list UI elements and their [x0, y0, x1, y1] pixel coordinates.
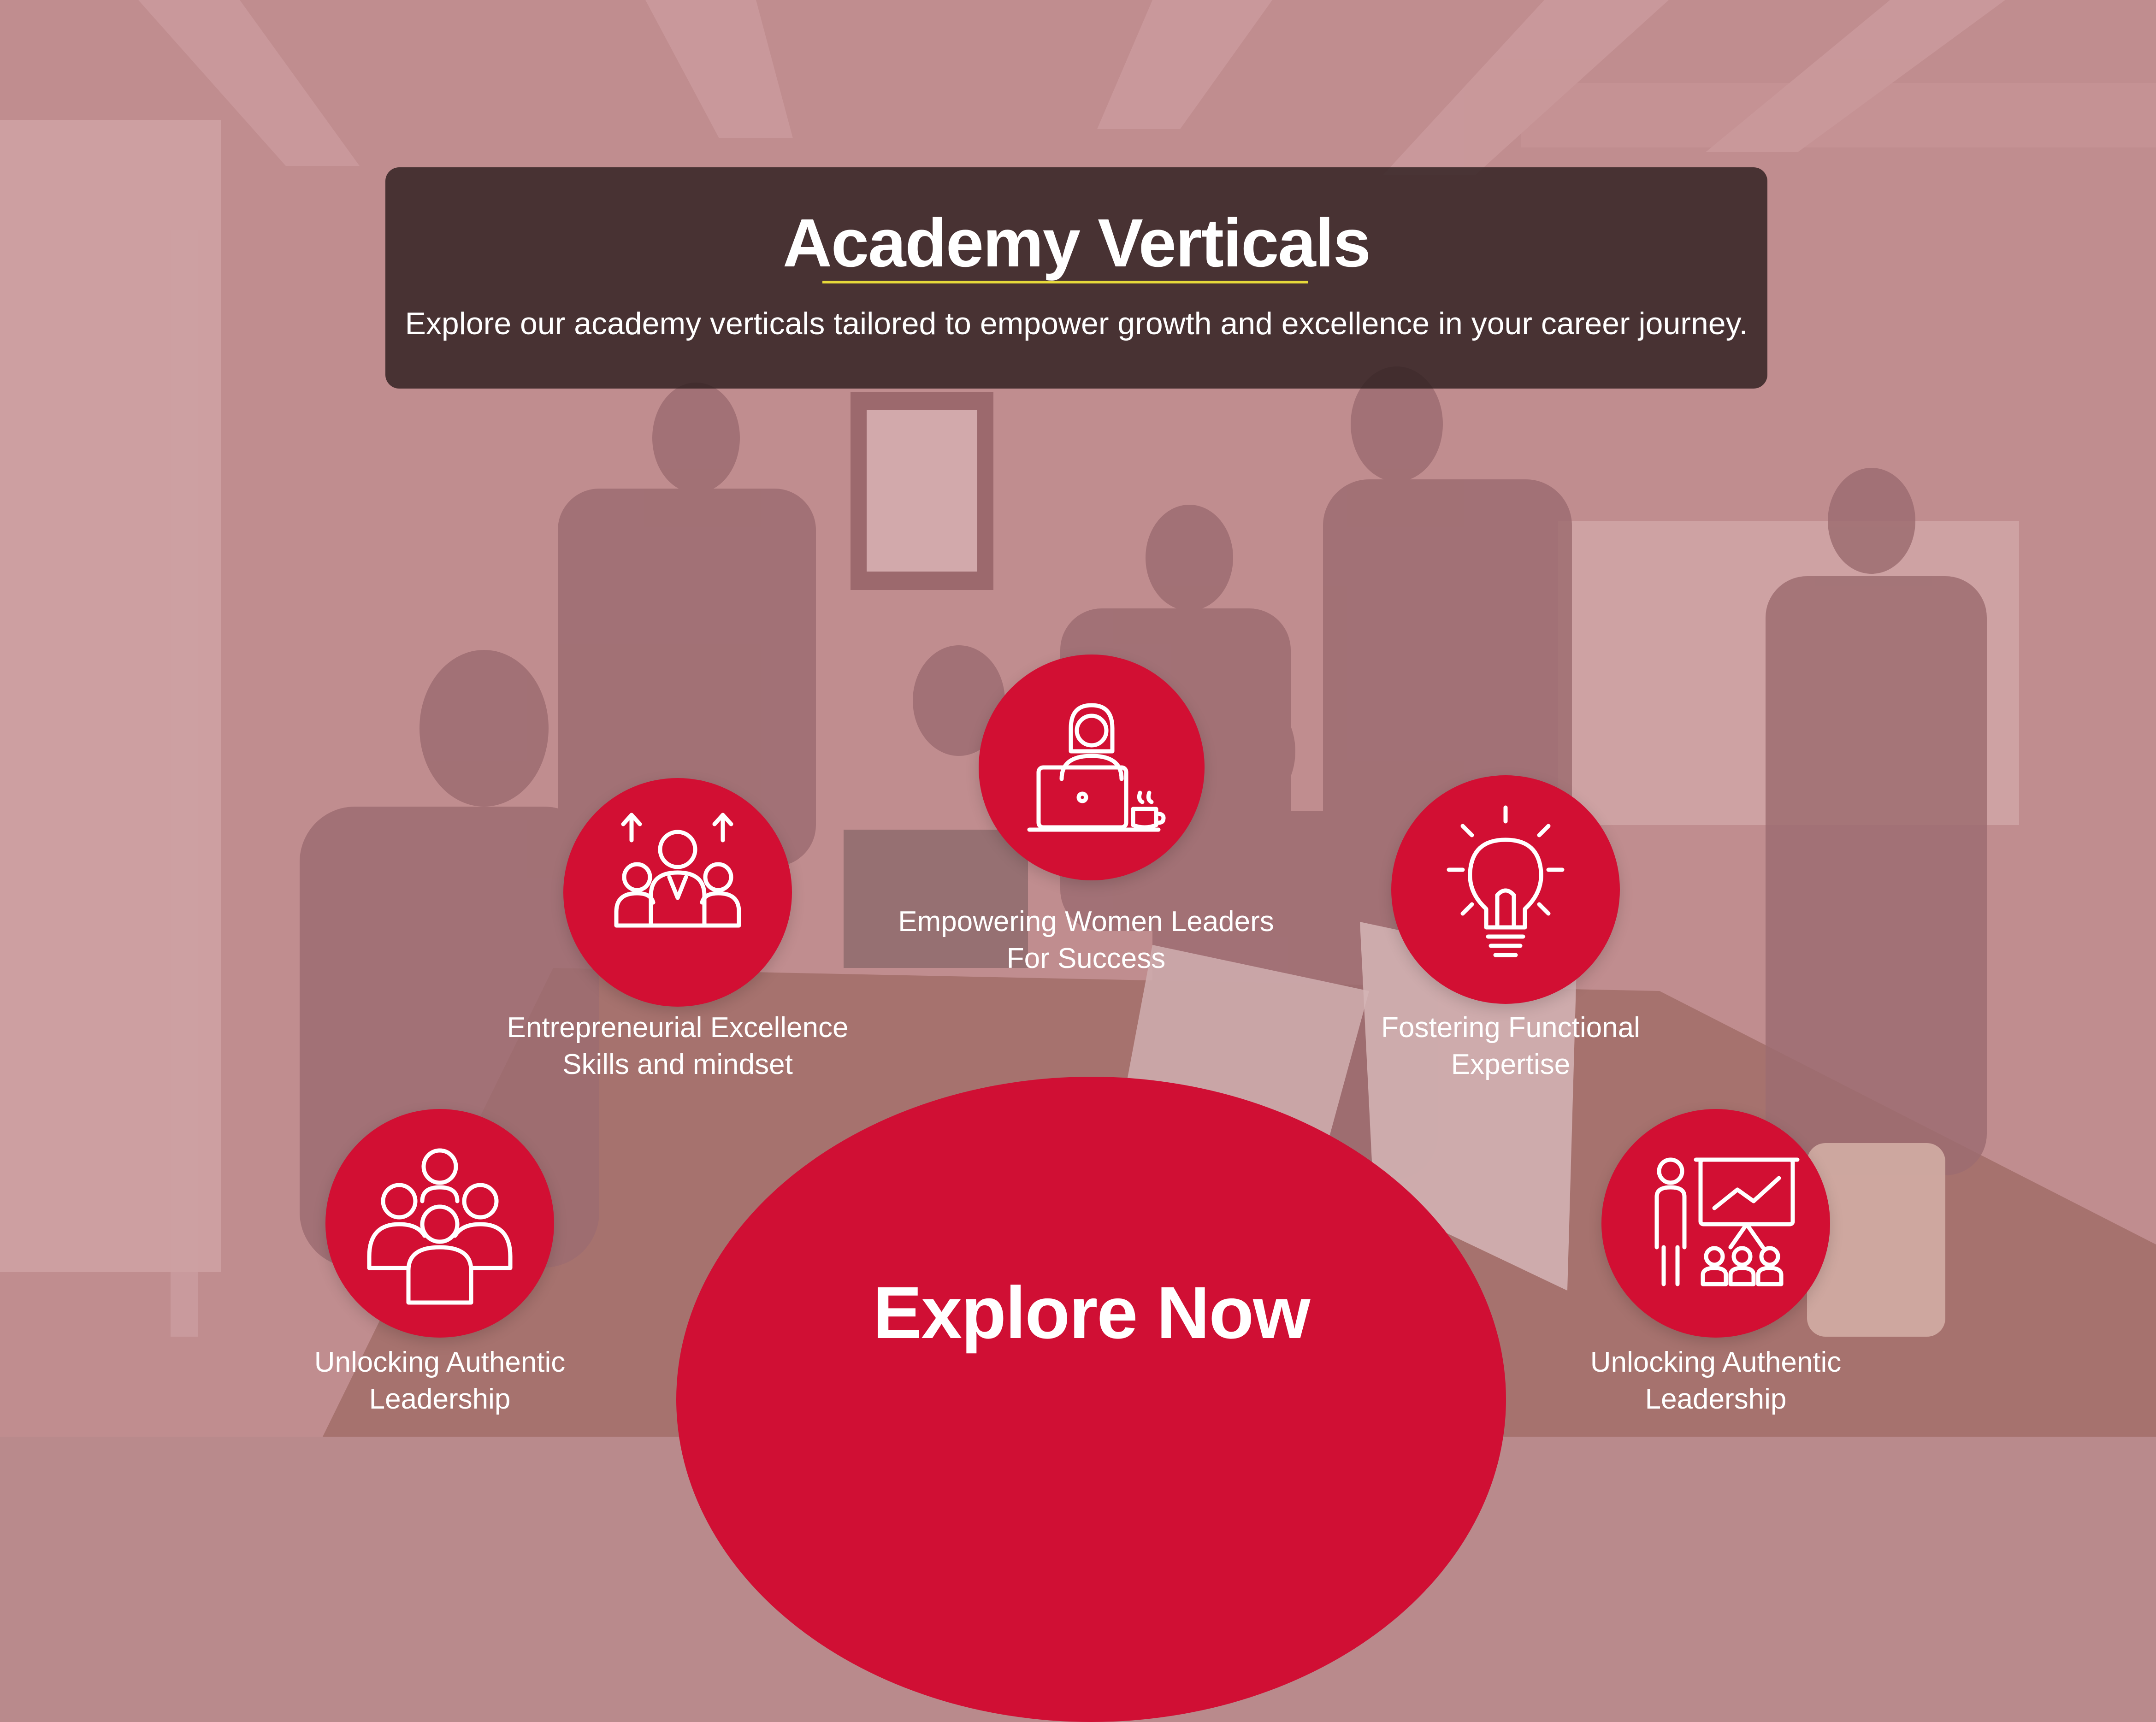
vertical-entrepreneurial-badge[interactable]	[563, 778, 792, 1007]
vertical-entrepreneurial-line1: Entrepreneurial Excellence	[507, 1012, 849, 1044]
vertical-women-leaders-line1: Empowering Women Leaders	[898, 906, 1274, 938]
vertical-leadership-left-line2: Leadership	[369, 1383, 511, 1415]
vertical-leadership-right-line1: Unlocking Authentic	[1590, 1346, 1842, 1378]
header-panel: Academy Verticals Explore our academy ve…	[385, 167, 1767, 389]
vertical-women-leaders-badge[interactable]	[979, 655, 1205, 880]
explore-now-button[interactable]: Explore Now	[676, 1077, 1506, 1722]
presentation-audience-icon	[1654, 1157, 1800, 1286]
woman-laptop-icon	[1027, 703, 1166, 832]
vertical-women-leaders-line2: For Success	[1006, 943, 1166, 974]
explore-now-label: Explore Now	[873, 1271, 1310, 1354]
group-leadership-icon	[367, 1148, 513, 1305]
vertical-leadership-left-label: Unlocking Authentic Leadership	[232, 1344, 647, 1418]
title-underline	[822, 281, 1308, 283]
vertical-leadership-right-label: Unlocking Authentic Leadership	[1508, 1344, 1923, 1418]
vertical-leadership-left-line1: Unlocking Authentic	[314, 1346, 566, 1378]
entrepreneur-team-icon	[614, 813, 741, 928]
vertical-functional-badge[interactable]	[1391, 775, 1620, 1004]
page-subtitle: Explore our academy verticals tailored t…	[405, 306, 1748, 341]
vertical-leadership-right-line2: Leadership	[1645, 1383, 1787, 1415]
vertical-functional-label: Fostering Functional Expertise	[1303, 1009, 1718, 1083]
vertical-women-leaders-label: Empowering Women Leaders For Success	[879, 903, 1294, 977]
page-title: Academy Verticals	[782, 205, 1371, 281]
vertical-entrepreneurial-line2: Skills and mindset	[562, 1049, 793, 1080]
vertical-leadership-left-badge[interactable]	[325, 1109, 554, 1338]
vertical-entrepreneurial-label: Entrepreneurial Excellence Skills and mi…	[470, 1009, 885, 1083]
vertical-functional-line1: Fostering Functional	[1381, 1012, 1640, 1044]
lightbulb-icon	[1447, 805, 1565, 957]
vertical-leadership-right-badge[interactable]	[1601, 1109, 1830, 1338]
vertical-functional-line2: Expertise	[1451, 1049, 1571, 1080]
